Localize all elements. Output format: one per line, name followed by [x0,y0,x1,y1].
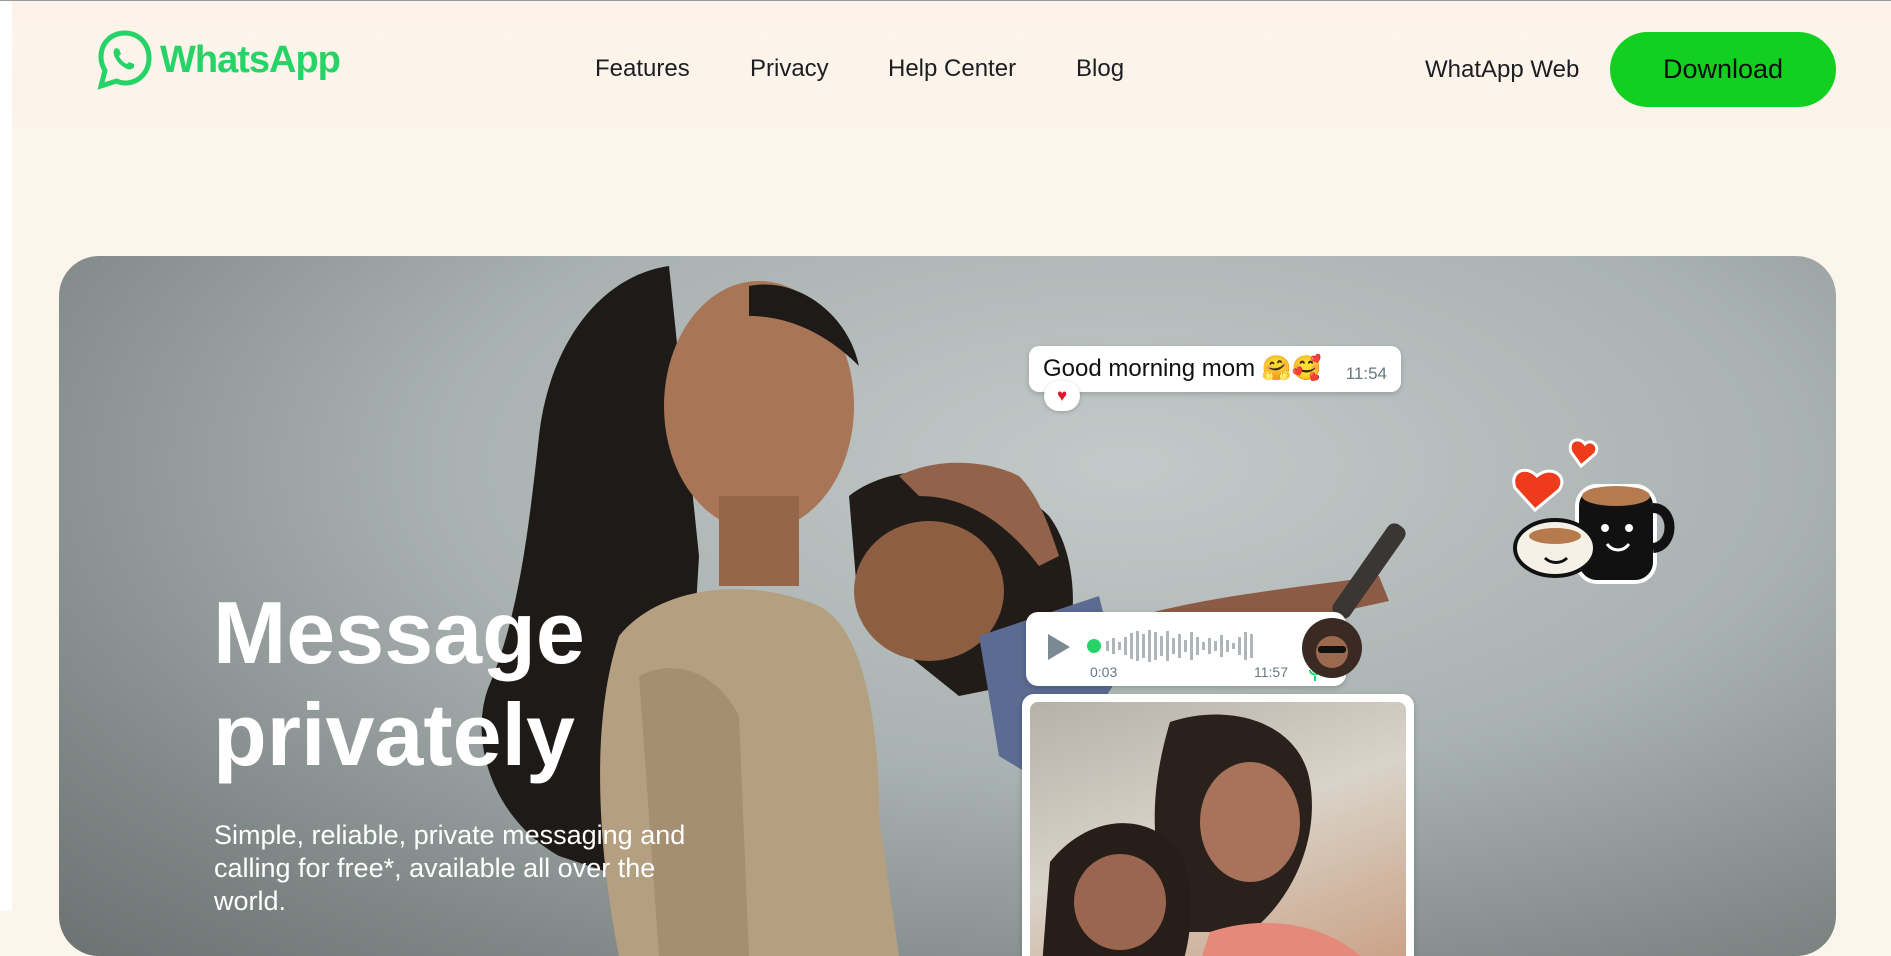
logo-text: WhatsApp [160,38,341,81]
site-header: WhatsApp Features Privacy Help Center Bl… [12,1,1891,151]
voice-time: 11:57 [1254,664,1288,680]
nav-blog[interactable]: Blog [1076,55,1124,83]
whatsapp-logo[interactable]: WhatsApp [96,29,341,91]
voice-waveform[interactable] [1086,628,1286,664]
play-icon[interactable] [1044,632,1072,662]
chat-message-bubble: Good morning mom 🤗🥰 11:54 [1029,346,1401,392]
avatar [1302,618,1362,678]
hero-subtext: Simple, reliable, private messaging and … [214,820,686,916]
photo-message-bubble [1022,694,1414,956]
whatsapp-web-link[interactable]: WhatApp Web [1425,56,1579,84]
coffee-sticker-icon [1512,438,1675,584]
nav-privacy[interactable]: Privacy [750,55,829,83]
whatsapp-logo-icon [97,30,152,90]
hero-headline: Message privately [213,583,585,784]
chat-message-time: 11:54 [1345,364,1387,383]
hero-banner: Message privately Simple, reliable, priv… [59,256,1836,956]
voice-duration: 0:03 [1090,664,1118,680]
download-button[interactable]: Download [1610,32,1836,107]
voice-message-bubble: 0:03 11:57 [1026,612,1362,686]
heart-icon: ♥ [1044,381,1080,411]
nav-features[interactable]: Features [595,55,690,83]
chat-message-text: Good morning mom 🤗🥰 [1043,355,1322,382]
left-edge-strip [0,1,12,911]
nav-help-center[interactable]: Help Center [888,55,1016,83]
shared-photo[interactable] [1030,702,1406,956]
